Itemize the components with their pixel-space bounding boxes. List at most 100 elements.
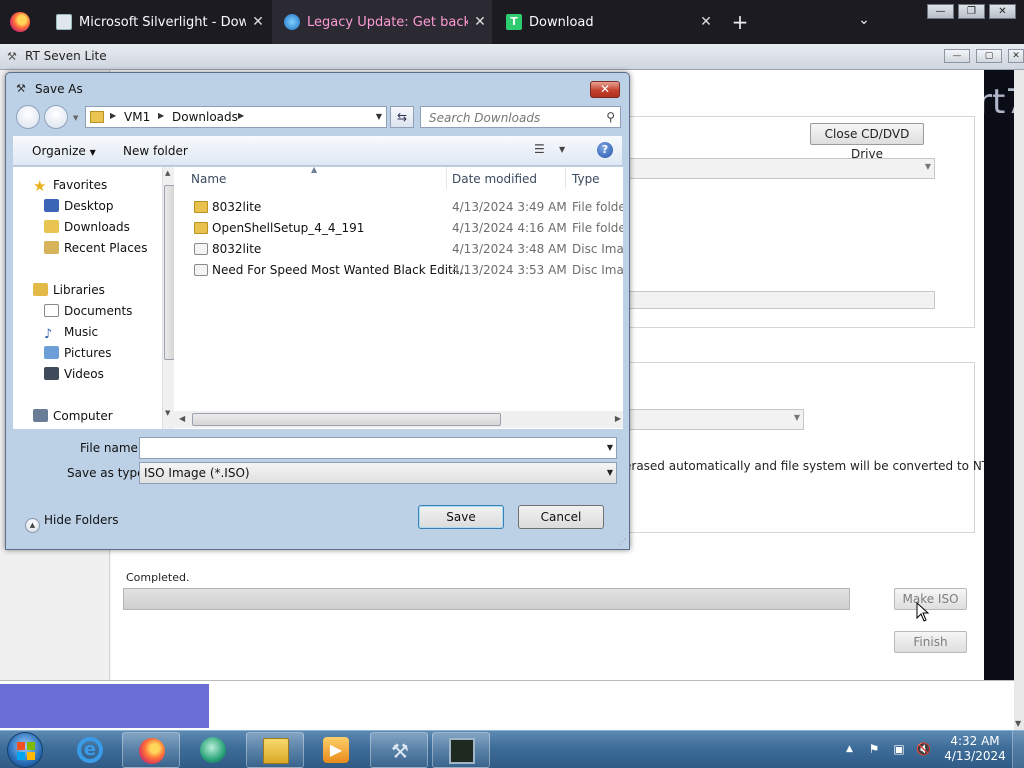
app-title-bar: ⚒ RT Seven Lite — ▢ ✕ bbox=[0, 44, 1024, 70]
nav-videos[interactable]: Videos bbox=[44, 367, 104, 381]
app-scrollbar[interactable]: ▼ bbox=[1014, 70, 1024, 730]
disc-image-icon bbox=[194, 243, 208, 255]
scroll-down-icon[interactable]: ▼ bbox=[1015, 719, 1021, 728]
app-maximize-button[interactable]: ▢ bbox=[976, 49, 1002, 63]
forward-button[interactable] bbox=[44, 105, 68, 129]
clock[interactable]: 4:32 AM 4/13/2024 bbox=[940, 734, 1010, 764]
save-as-type-select[interactable]: ISO Image (*.ISO) ▼ bbox=[139, 462, 617, 484]
view-list-icon[interactable]: ☰ bbox=[534, 142, 545, 156]
nav-favorites[interactable]: ★ Favorites bbox=[33, 178, 107, 194]
maximize-button[interactable]: ❐ bbox=[958, 4, 985, 19]
tab-title: Download bbox=[529, 14, 594, 30]
nav-downloads[interactable]: Downloads bbox=[44, 220, 130, 234]
file-row[interactable]: Need For Speed Most Wanted Black Editi..… bbox=[174, 260, 623, 281]
videos-icon bbox=[44, 367, 59, 380]
finish-button[interactable]: Finish bbox=[894, 631, 967, 653]
network-icon[interactable]: ▣ bbox=[892, 742, 906, 756]
tab-silverlight[interactable]: Microsoft Silverlight - Downloa ✕ bbox=[44, 0, 270, 44]
tab-close-icon[interactable]: ✕ bbox=[694, 14, 718, 30]
cancel-button[interactable]: Cancel bbox=[518, 505, 604, 529]
nav-music[interactable]: ♪ Music bbox=[44, 325, 98, 341]
app-minimize-button[interactable]: — bbox=[944, 49, 970, 63]
scroll-right-icon[interactable]: ▶ bbox=[615, 414, 621, 423]
taskbar-task-manager[interactable] bbox=[432, 732, 490, 768]
chevron-right-icon[interactable]: ▶ bbox=[238, 111, 244, 120]
chevron-down-icon[interactable]: ▼ bbox=[376, 112, 382, 121]
scroll-down-icon[interactable]: ▼ bbox=[165, 409, 170, 417]
chevron-down-icon[interactable]: ⌄ bbox=[855, 12, 873, 30]
tab-download[interactable]: T Download ✕ bbox=[494, 0, 718, 44]
new-tab-button[interactable]: + bbox=[730, 10, 750, 34]
column-name[interactable]: Name bbox=[191, 172, 226, 186]
search-input[interactable]: Search Downloads ⚲ bbox=[420, 106, 621, 128]
scroll-thumb[interactable] bbox=[192, 413, 501, 426]
taskbar-app-green[interactable] bbox=[184, 732, 242, 768]
address-bar[interactable]: ▶ VM1 ▶ Downloads ▶ ▼ bbox=[85, 106, 387, 128]
taskbar-rt-seven-lite[interactable]: ⚒ bbox=[370, 732, 428, 768]
file-name: Need For Speed Most Wanted Black Editi..… bbox=[212, 263, 468, 277]
drive-select[interactable]: ▼ bbox=[618, 158, 935, 179]
nav-desktop[interactable]: Desktop bbox=[44, 199, 114, 213]
rt7-logo: rt7 bbox=[984, 82, 1014, 122]
chevron-right-icon[interactable]: ▶ bbox=[158, 111, 164, 120]
chevron-down-icon: ▼ bbox=[606, 468, 613, 477]
tab-close-icon[interactable]: ✕ bbox=[468, 14, 492, 30]
nav-documents[interactable]: Documents bbox=[44, 304, 132, 318]
nav-computer[interactable]: Computer bbox=[33, 409, 113, 423]
column-type[interactable]: Type bbox=[572, 172, 600, 186]
hide-folders-button[interactable]: ▲ Hide Folders bbox=[25, 513, 119, 533]
show-desktop-button[interactable] bbox=[1012, 731, 1024, 768]
breadcrumb-downloads[interactable]: Downloads bbox=[172, 110, 238, 124]
close-button[interactable]: ✕ bbox=[989, 4, 1016, 19]
taskbar-explorer[interactable] bbox=[246, 732, 304, 768]
dialog-close-button[interactable]: ✕ bbox=[590, 81, 620, 98]
chevron-up-icon: ▲ bbox=[25, 518, 40, 533]
desktop-icon bbox=[44, 199, 59, 212]
app-close-button[interactable]: ✕ bbox=[1008, 49, 1024, 63]
browser-tab-strip: Microsoft Silverlight - Downloa ✕ Legacy… bbox=[0, 0, 1024, 44]
tab-legacy-update[interactable]: Legacy Update: Get back online ✕ bbox=[272, 0, 492, 44]
file-name: 8032lite bbox=[212, 242, 262, 256]
nav-recent-places[interactable]: Recent Places bbox=[44, 241, 147, 255]
recent-locations-icon[interactable]: ▼ bbox=[73, 114, 78, 122]
column-date-modified[interactable]: Date modified bbox=[452, 172, 537, 186]
save-button[interactable]: Save bbox=[418, 505, 504, 529]
chevron-down-icon[interactable]: ▼ bbox=[559, 145, 565, 154]
column-divider[interactable] bbox=[446, 167, 447, 189]
file-row[interactable]: 8032lite 4/13/2024 3:49 AM File folder bbox=[174, 197, 623, 218]
column-divider[interactable] bbox=[565, 167, 566, 189]
format-select[interactable]: ▼ bbox=[618, 409, 804, 430]
file-row[interactable]: 8032lite 4/13/2024 3:48 AM Disc Image bbox=[174, 239, 623, 260]
chevron-down-icon[interactable]: ▼ bbox=[607, 443, 613, 452]
clock-date: 4/13/2024 bbox=[944, 749, 1006, 763]
horizontal-scrollbar[interactable]: ◀ ▶ bbox=[174, 411, 623, 428]
refresh-button[interactable]: ⇆ bbox=[390, 106, 414, 128]
clock-time: 4:32 AM bbox=[950, 734, 1000, 748]
file-row[interactable]: OpenShellSetup_4_4_191 4/13/2024 4:16 AM… bbox=[174, 218, 623, 239]
organize-button[interactable]: Organize ▼ bbox=[32, 144, 96, 158]
new-folder-button[interactable]: New folder bbox=[123, 144, 188, 158]
scroll-left-icon[interactable]: ◀ bbox=[179, 414, 185, 423]
resize-grip-icon[interactable]: ⋰ bbox=[618, 537, 626, 546]
taskbar-media-player[interactable]: ▶ bbox=[307, 732, 365, 768]
help-icon[interactable]: ? bbox=[597, 142, 613, 158]
volume-muted-icon[interactable]: 🔇 bbox=[916, 742, 931, 756]
flag-icon[interactable]: ⚑ bbox=[867, 742, 881, 756]
nav-libraries[interactable]: Libraries bbox=[33, 283, 105, 297]
taskbar-firefox[interactable] bbox=[122, 732, 180, 768]
chevron-right-icon[interactable]: ▶ bbox=[110, 111, 116, 120]
firefox-logo-icon[interactable] bbox=[10, 12, 30, 32]
minimize-button[interactable]: — bbox=[927, 4, 954, 19]
back-button[interactable] bbox=[16, 105, 40, 129]
file-name-input[interactable]: ▼ bbox=[139, 437, 617, 459]
taskbar-internet-explorer[interactable]: e bbox=[61, 732, 119, 768]
show-hidden-icons-icon[interactable]: ▲ bbox=[846, 744, 853, 754]
tab-close-icon[interactable]: ✕ bbox=[246, 14, 270, 30]
nav-pictures[interactable]: Pictures bbox=[44, 346, 112, 360]
scroll-up-icon[interactable]: ▲ bbox=[165, 169, 170, 177]
sort-ascending-icon: ▲ bbox=[311, 167, 318, 174]
breadcrumb-vm1[interactable]: VM1 bbox=[124, 110, 150, 124]
start-button[interactable] bbox=[7, 732, 43, 768]
close-cd-drive-button[interactable]: Close CD/DVD Drive bbox=[810, 123, 924, 161]
make-iso-button[interactable]: Make ISO bbox=[894, 588, 967, 610]
